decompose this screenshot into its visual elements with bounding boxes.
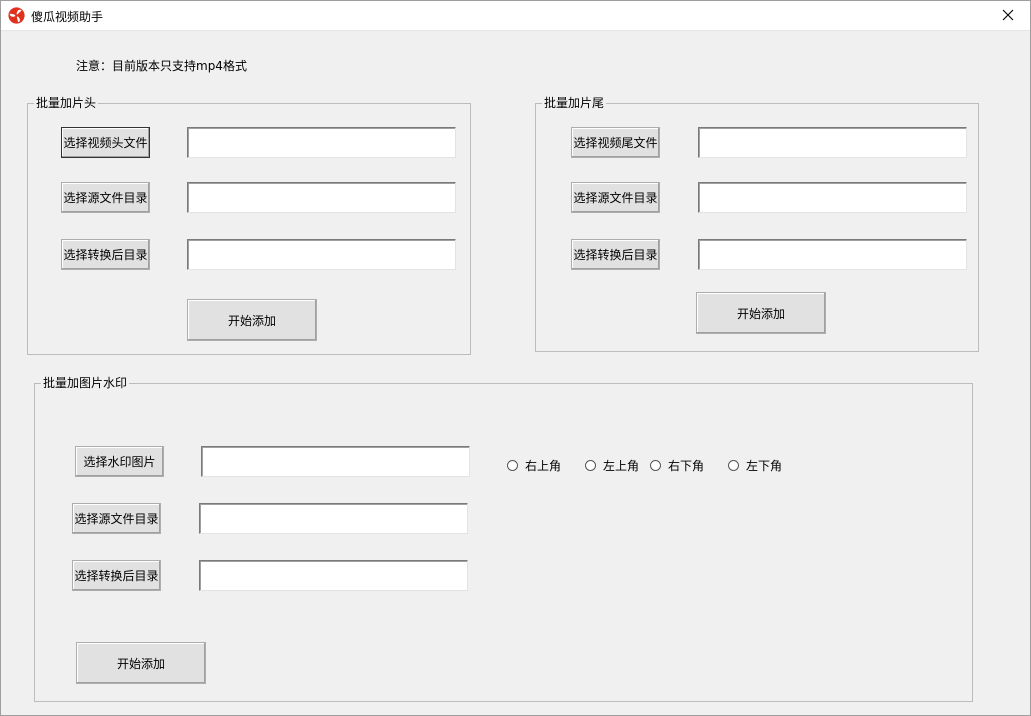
outro-start-button[interactable]: 开始添加 — [696, 292, 826, 334]
position-top-left-radio[interactable]: 左上角 — [585, 457, 639, 474]
radio-circle-icon — [650, 460, 661, 471]
close-button[interactable] — [985, 0, 1031, 30]
close-icon — [1002, 9, 1014, 21]
outro-source-field[interactable] — [698, 182, 967, 213]
title-bar: 傻瓜视频助手 — [0, 0, 1031, 31]
watermark-select-image-button[interactable]: 选择水印图片 — [75, 446, 164, 477]
position-bottom-left-radio[interactable]: 左下角 — [728, 457, 782, 474]
watermark-source-field[interactable] — [199, 503, 468, 534]
radio-circle-icon — [728, 460, 739, 471]
outro-select-file-button[interactable]: 选择视频尾文件 — [571, 127, 660, 158]
intro-source-field[interactable] — [187, 182, 456, 213]
window-title: 傻瓜视频助手 — [31, 10, 104, 24]
position-top-right-radio[interactable]: 右上角 — [507, 457, 561, 474]
watermark-select-source-button[interactable]: 选择源文件目录 — [72, 503, 161, 534]
outro-output-field[interactable] — [698, 239, 967, 270]
position-top-left-label: 左上角 — [603, 459, 640, 473]
intro-select-source-button[interactable]: 选择源文件目录 — [61, 182, 150, 213]
outro-select-output-button[interactable]: 选择转换后目录 — [571, 239, 660, 270]
watermark-output-field[interactable] — [199, 560, 468, 591]
position-bottom-right-radio[interactable]: 右下角 — [650, 457, 704, 474]
intro-select-file-button[interactable]: 选择视频头文件 — [61, 127, 150, 158]
radio-circle-icon — [585, 460, 596, 471]
watermark-start-button[interactable]: 开始添加 — [76, 642, 206, 684]
watermark-select-output-button[interactable]: 选择转换后目录 — [72, 560, 161, 591]
outro-file-field[interactable] — [698, 127, 967, 158]
watermark-image-field[interactable] — [201, 446, 470, 477]
radio-circle-icon — [507, 460, 518, 471]
intro-group-legend: 批量加片头 — [36, 96, 97, 110]
position-bottom-right-label: 右下角 — [668, 459, 705, 473]
fan-logo-icon — [8, 7, 25, 24]
intro-start-button[interactable]: 开始添加 — [187, 299, 317, 341]
position-bottom-left-label: 左下角 — [746, 459, 783, 473]
intro-select-output-button[interactable]: 选择转换后目录 — [61, 239, 150, 270]
format-notice: 注意：目前版本只支持mp4格式 — [76, 59, 247, 73]
position-top-right-label: 右上角 — [525, 459, 562, 473]
intro-output-field[interactable] — [187, 239, 456, 270]
outro-group-legend: 批量加片尾 — [544, 96, 605, 110]
outro-select-source-button[interactable]: 选择源文件目录 — [571, 182, 660, 213]
watermark-group-legend: 批量加图片水印 — [43, 376, 128, 390]
intro-file-field[interactable] — [187, 127, 456, 158]
